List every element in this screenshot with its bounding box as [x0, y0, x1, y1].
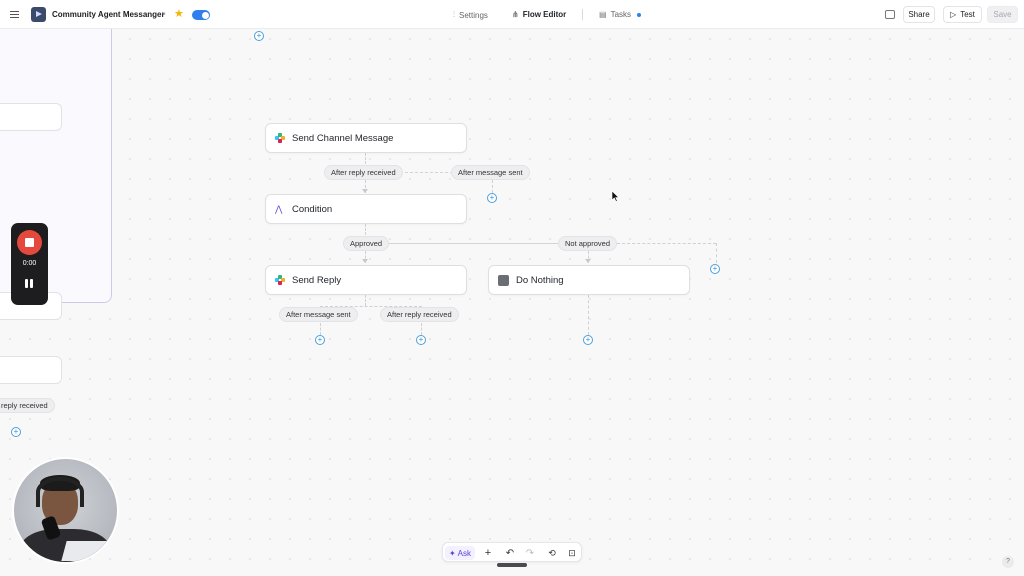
chevron-down-icon[interactable]: ⌄ — [161, 9, 167, 17]
scroll-handle[interactable] — [497, 563, 527, 567]
auto-layout-icon[interactable]: ⟲ — [545, 546, 559, 560]
menu-icon[interactable] — [9, 9, 20, 20]
edge-label-text: After reply received — [387, 310, 452, 319]
node-send-channel-message[interactable]: Send Channel Message — [265, 123, 467, 153]
stop-recording-button[interactable] — [17, 230, 42, 255]
play-icon: ▷ — [950, 10, 957, 19]
edge-label-text: After message sent — [286, 310, 351, 319]
add-step-button[interactable]: + — [11, 427, 21, 437]
app-logo-icon — [31, 7, 46, 22]
connector — [716, 243, 717, 263]
connector — [492, 180, 493, 193]
connector — [405, 172, 453, 173]
sparkle-icon: ✦ — [448, 548, 456, 558]
add-step-button[interactable]: + — [710, 264, 720, 274]
add-step-button[interactable]: + — [315, 335, 325, 345]
tab-flow-editor-label: Flow Editor — [522, 10, 567, 19]
node-condition[interactable]: ⋀ Condition — [265, 194, 467, 224]
canvas-toolbar: ✦ Ask + ↶ ↷ ⟲ ⊡ — [442, 542, 582, 562]
connector-arrow — [362, 189, 368, 193]
node-do-nothing[interactable]: Do Nothing — [488, 265, 690, 295]
tab-tasks-label: Tasks — [610, 10, 632, 19]
connector-arrow — [362, 259, 368, 263]
slack-icon — [275, 275, 285, 285]
edge-label-text: After reply received — [331, 168, 396, 177]
add-step-button[interactable]: + — [487, 193, 497, 203]
ask-ai-button[interactable]: ✦ Ask — [445, 546, 475, 560]
node-label: Condition — [292, 203, 333, 215]
share-button[interactable]: Share — [903, 6, 935, 23]
edge-label-text: Not approved — [565, 239, 611, 248]
add-icon[interactable]: + — [481, 546, 495, 560]
node-label: Send Channel Message — [292, 132, 394, 144]
tasks-status-dot — [637, 12, 642, 17]
tab-settings[interactable]: ⫶ Settings — [453, 10, 488, 20]
app-title[interactable]: Community Agent Messanger — [52, 10, 165, 19]
pause-icon[interactable] — [25, 279, 34, 288]
share-button-label: Share — [908, 10, 930, 19]
edge-label-text: reply received — [1, 401, 48, 410]
edge-label-reply-received: reply received — [0, 398, 55, 413]
tab-flow-editor[interactable]: ⋔ Flow Editor — [512, 10, 566, 19]
connector — [388, 243, 560, 244]
connector — [365, 153, 366, 164]
connector — [365, 224, 366, 235]
ask-label: Ask — [457, 548, 472, 558]
settings-sliders-icon: ⫶ — [453, 10, 455, 19]
add-step-button[interactable]: + — [254, 31, 264, 41]
star-icon[interactable]: ★ — [174, 7, 184, 20]
mouse-cursor-icon — [612, 191, 620, 202]
edge-label-not-approved[interactable]: Not approved — [558, 236, 618, 251]
edge-label-after-reply-received[interactable]: After reply received — [324, 165, 403, 180]
recording-time: 0:00 — [22, 260, 37, 267]
help-button[interactable]: ? — [1002, 556, 1014, 568]
connector-arrow — [585, 259, 591, 263]
test-button[interactable]: ▷ Test — [943, 6, 982, 23]
panel-toggle-icon[interactable] — [885, 10, 895, 19]
node-send-reply[interactable]: Send Reply — [265, 265, 467, 295]
fit-view-icon[interactable]: ⊡ — [565, 546, 579, 560]
top-bar: Community Agent Messanger ⌄ ★ ⫶ Settings… — [0, 0, 1024, 29]
undo-icon[interactable]: ↶ — [503, 546, 517, 560]
edge-label-after-message-sent[interactable]: After message sent — [279, 307, 358, 322]
redo-icon[interactable]: ↷ — [523, 546, 537, 560]
offscreen-node[interactable] — [0, 356, 62, 384]
offscreen-node[interactable] — [0, 103, 62, 131]
edge-label-after-reply-received[interactable]: After reply received — [380, 307, 459, 322]
edge-label-text: Approved — [350, 239, 383, 248]
edge-label-after-message-sent[interactable]: After message sent — [451, 165, 530, 180]
app-icon — [498, 274, 509, 286]
tab-settings-label: Settings — [459, 10, 488, 20]
test-button-label: Test — [960, 10, 975, 19]
connector — [365, 295, 366, 306]
condition-icon: ⋀ — [275, 204, 283, 214]
add-step-button[interactable]: + — [416, 335, 426, 345]
node-label: Do Nothing — [516, 274, 564, 286]
connector — [617, 243, 716, 244]
save-button-label: Save — [993, 10, 1012, 19]
node-label: Send Reply — [292, 274, 342, 286]
edge-label-approved[interactable]: Approved — [343, 236, 390, 251]
divider — [582, 9, 583, 20]
add-step-button[interactable]: + — [583, 335, 593, 345]
save-button[interactable]: Save — [987, 6, 1018, 23]
headphones-icon — [36, 477, 84, 507]
webcam-overlay — [12, 457, 119, 564]
connector — [320, 323, 321, 335]
tab-tasks[interactable]: ▤ Tasks — [599, 10, 642, 19]
connector — [421, 323, 422, 335]
flow-canvas[interactable]: reply received + + Send Channel Message … — [0, 29, 1024, 576]
edge-label-text: After message sent — [458, 168, 523, 177]
active-toggle[interactable] — [192, 10, 210, 20]
slack-icon — [275, 133, 285, 143]
flow-icon: ⋔ — [512, 10, 519, 19]
screen-recorder-widget: 0:00 — [11, 223, 48, 305]
tasks-icon: ▤ — [599, 10, 607, 19]
connector — [588, 295, 589, 335]
laptop-icon — [61, 541, 117, 561]
